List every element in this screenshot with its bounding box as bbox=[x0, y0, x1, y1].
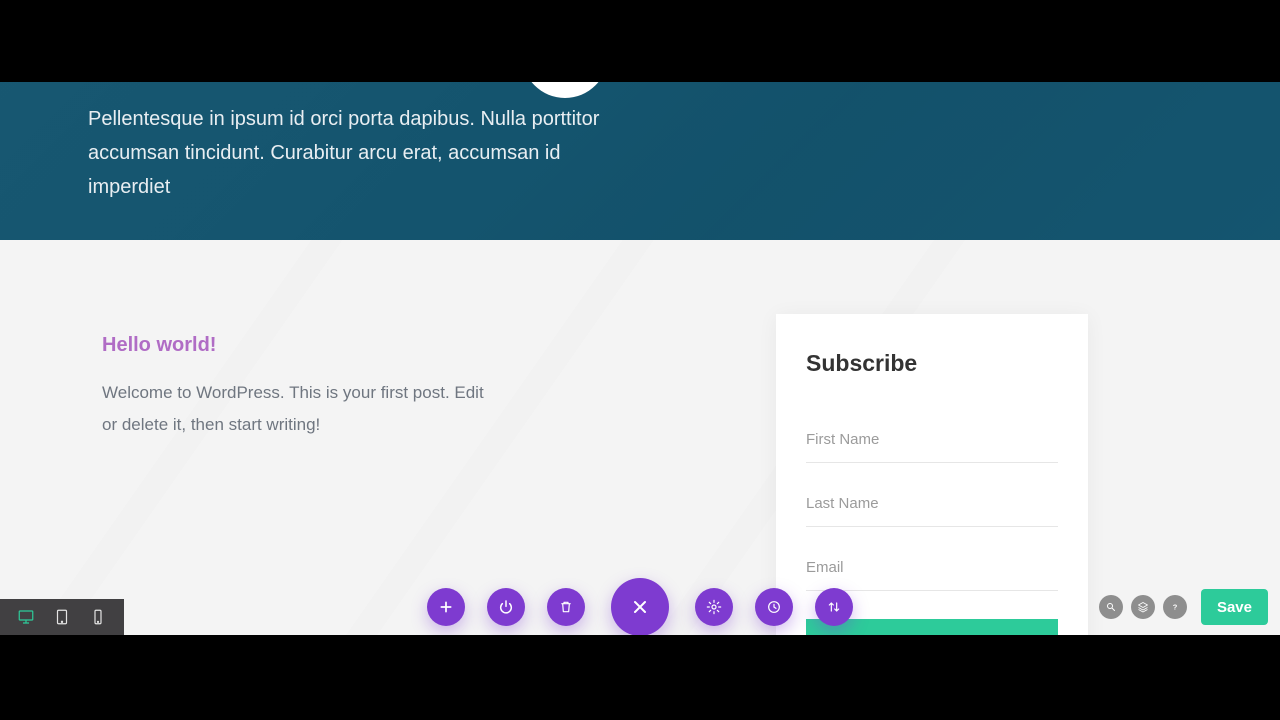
page-settings-button[interactable] bbox=[695, 588, 733, 626]
tablet-view-button[interactable] bbox=[44, 599, 80, 635]
save-button[interactable]: Save bbox=[1201, 589, 1268, 625]
help-icon: ? bbox=[1169, 601, 1181, 613]
close-icon bbox=[630, 597, 650, 617]
tablet-icon bbox=[53, 608, 71, 626]
exit-builder-button[interactable] bbox=[487, 588, 525, 626]
desktop-view-button[interactable] bbox=[8, 599, 44, 635]
phone-view-button[interactable] bbox=[80, 599, 116, 635]
page-viewport: Pellentesque in ipsum id orci porta dapi… bbox=[0, 82, 1280, 635]
content-area: Hello world! Welcome to WordPress. This … bbox=[0, 240, 1280, 635]
subscribe-heading: Subscribe bbox=[806, 350, 1058, 377]
search-icon bbox=[1105, 601, 1117, 613]
hero-logo-circle bbox=[522, 82, 608, 98]
power-icon bbox=[498, 599, 514, 615]
gear-icon bbox=[706, 599, 722, 615]
layers-button[interactable] bbox=[1131, 595, 1155, 619]
first-name-input[interactable] bbox=[806, 417, 1058, 463]
right-action-bar: ? Save bbox=[1099, 579, 1268, 635]
clear-layout-button[interactable] bbox=[547, 588, 585, 626]
letterbox-bottom bbox=[0, 635, 1280, 720]
hero-section: Pellentesque in ipsum id orci porta dapi… bbox=[0, 82, 1280, 240]
clock-icon bbox=[766, 599, 782, 615]
desktop-icon bbox=[17, 608, 35, 626]
help-button[interactable]: ? bbox=[1163, 595, 1187, 619]
toggle-toolbar-button[interactable] bbox=[611, 578, 669, 635]
plus-icon bbox=[438, 599, 454, 615]
letterbox-top bbox=[0, 0, 1280, 82]
last-name-input[interactable] bbox=[806, 481, 1058, 527]
trash-icon bbox=[558, 599, 574, 615]
post-body-text: Welcome to WordPress. This is your first… bbox=[102, 377, 502, 441]
phone-icon bbox=[89, 608, 107, 626]
add-module-button[interactable] bbox=[427, 588, 465, 626]
layers-icon bbox=[1137, 601, 1149, 613]
blog-post: Hello world! Welcome to WordPress. This … bbox=[102, 334, 502, 441]
sort-icon bbox=[826, 599, 842, 615]
responsive-device-bar bbox=[0, 599, 124, 635]
svg-text:?: ? bbox=[1173, 603, 1178, 612]
search-button[interactable] bbox=[1099, 595, 1123, 619]
builder-toolbar bbox=[427, 579, 853, 635]
hero-text: Pellentesque in ipsum id orci porta dapi… bbox=[88, 102, 648, 204]
history-button[interactable] bbox=[755, 588, 793, 626]
post-title-link[interactable]: Hello world! bbox=[102, 334, 502, 357]
wireframe-mode-button[interactable] bbox=[815, 588, 853, 626]
